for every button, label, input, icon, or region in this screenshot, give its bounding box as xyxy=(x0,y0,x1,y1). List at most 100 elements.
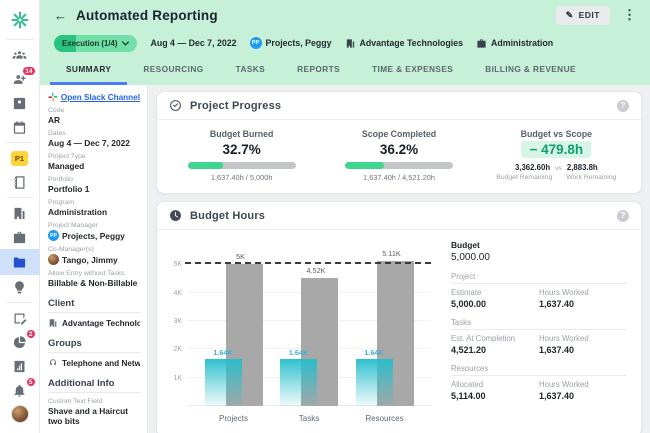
sidebar-item-timesheets[interactable] xyxy=(0,306,40,330)
open-slack-channel-link[interactable]: Open Slack Channel xyxy=(61,93,140,102)
sidebar-item-contacts[interactable]: 14 xyxy=(0,66,40,91)
metric-detail: 1,637.40h / 5,000h xyxy=(210,173,273,182)
back-button[interactable]: ← xyxy=(54,9,67,22)
client-section: Client Advantage Technologies xyxy=(48,298,140,328)
budget-chart: 5K 1.64K Projects 4.52K 1.64K Tasks 5.11K 1.64K… xyxy=(163,236,435,428)
more-menu-button[interactable]: ⋮ xyxy=(619,7,640,23)
sidebar-item-clients[interactable] xyxy=(0,91,40,115)
hours-worked-bar-label: 1.64K xyxy=(364,348,384,358)
manager-avatar: PP xyxy=(249,37,262,49)
stage-dropdown[interactable]: Execution (1/4) xyxy=(54,34,138,52)
notebook-icon xyxy=(14,175,25,189)
user-avatar xyxy=(10,405,29,423)
hours-worked-bar-label: 1.64K xyxy=(288,348,309,358)
field-label: Project Manager xyxy=(48,222,98,229)
rail-divider xyxy=(6,39,33,40)
chart-bar-group: 5K 1.64K Projects xyxy=(204,250,263,423)
metric-value: 36.2% xyxy=(379,142,419,157)
metric-label: Scope Completed xyxy=(361,129,437,139)
tab-billing-revenue[interactable]: BILLING & REVENUE xyxy=(469,56,592,85)
chart-ytick-label: 1K xyxy=(173,374,182,382)
sidebar-item-notifications[interactable]: 5 xyxy=(0,377,40,402)
additional-info-section: Additional Info Custom Text Field Shave … xyxy=(48,378,140,426)
sidebar-item-insights[interactable] xyxy=(0,275,40,299)
help-icon[interactable]: ? xyxy=(617,99,629,112)
sidebar-item-team[interactable] xyxy=(0,43,40,67)
program-chip[interactable]: Administration xyxy=(476,38,553,49)
field-label: Co-Manager(s) xyxy=(48,246,94,253)
project-date-range: Aug 4 — Dec 7, 2022 xyxy=(150,38,237,48)
budget-burned-metric: Budget Burned 32.7% 1,637.40h / 5,000h xyxy=(163,129,320,182)
chart-ytick-label: 4K xyxy=(173,289,182,297)
tab-tasks[interactable]: TASKS xyxy=(220,56,282,85)
client-item[interactable]: Advantage Technologies xyxy=(48,318,140,328)
chart-category-label: Tasks xyxy=(298,414,320,423)
chart-ytick-label: 3K xyxy=(173,317,182,325)
project-info-panel: Open Slack Channel Code AR Dates Aug 4 —… xyxy=(40,85,148,433)
sidebar-item-projects[interactable] xyxy=(0,249,40,275)
field-program: Program Administration xyxy=(48,199,140,217)
field-label: Project Type xyxy=(48,153,86,160)
slack-icon xyxy=(48,92,58,102)
person-card-icon xyxy=(13,97,26,109)
card-title: Project Progress xyxy=(190,99,282,112)
budget-remaining-caption: Budget Remaining xyxy=(496,174,553,181)
hours-worked-bar-label: 1.64K xyxy=(213,348,233,358)
field-allow-entry: Allow Entry without Tasks Billable & Non… xyxy=(48,270,140,288)
tab-reports[interactable]: REPORTS xyxy=(281,56,356,85)
manager-avatar: PP xyxy=(48,230,59,241)
app-logo[interactable] xyxy=(0,4,40,36)
sidebar-item-companies[interactable] xyxy=(0,201,40,225)
program-name: Administration xyxy=(491,38,554,48)
budget-stats-panel: Budget 5,000.00 Project Estimate 5,000.0… xyxy=(435,236,631,428)
sidebar-item-profile[interactable] xyxy=(0,402,40,426)
portfolio-badge: P1 xyxy=(11,150,28,166)
stats-section-project: Project Estimate 5,000.00 Hours Worked 1… xyxy=(451,272,627,309)
project-header: ← Automated Reporting ✎ EDIT ⋮ Execution… xyxy=(40,0,650,85)
stat-label: Hours Worked xyxy=(539,334,589,343)
group-item[interactable]: Telephone and Network... xyxy=(48,358,140,368)
stats-section-title: Resources xyxy=(451,364,627,376)
field-label: Allow Entry without Tasks xyxy=(48,270,125,277)
help-icon[interactable]: ? xyxy=(617,209,629,222)
client-name: Advantage Technologies xyxy=(359,38,464,48)
work-remaining-value: 2,883.8h xyxy=(566,163,598,172)
sidebar-item-reports[interactable]: 2 xyxy=(0,329,40,354)
progress-bar xyxy=(187,162,296,169)
sidebar-item-notebook[interactable] xyxy=(0,170,40,194)
project-tabs: SUMMARY RESOURCING TASKS REPORTS TIME & … xyxy=(40,56,650,85)
budget-label: Budget xyxy=(451,240,480,250)
total-bar-label: 5K xyxy=(236,252,245,262)
field-label: Code xyxy=(48,107,65,114)
metric-label: Budget vs Scope xyxy=(520,129,592,139)
tab-resourcing[interactable]: RESOURCING xyxy=(127,56,219,85)
client-chip[interactable]: Advantage Technologies xyxy=(345,38,463,49)
stat-label: Est. At Completion xyxy=(451,334,516,343)
field-code: Code AR xyxy=(48,107,140,125)
tab-time-expenses[interactable]: TIME & EXPENSES xyxy=(356,56,469,85)
stat-value: 4,521.20 xyxy=(451,345,487,355)
pencil-icon: ✎ xyxy=(565,9,574,20)
budget-chart-plot: 5K 1.64K Projects 4.52K 1.64K Tasks 5.11K 1.64K… xyxy=(185,249,431,423)
sidebar-item-schedule[interactable] xyxy=(0,115,40,139)
field-project-manager: Project Manager PP Projects, Peggy xyxy=(48,222,140,241)
field-value: Managed xyxy=(48,161,85,171)
tab-summary[interactable]: SUMMARY xyxy=(50,56,128,85)
sidebar-item-work[interactable] xyxy=(0,225,40,249)
stats-section-resources: Resources Allocated 5,114.00 Hours Worke… xyxy=(451,364,627,401)
edit-button[interactable]: ✎ EDIT xyxy=(555,5,610,25)
briefcase-icon xyxy=(477,38,486,48)
budget-vs-scope-metric: Budget vs Scope − 479.8h 3,362.60h vs 2,… xyxy=(478,129,635,182)
summary-content: Project Progress ? Budget Burned 32.7% 1… xyxy=(148,85,650,433)
field-label: Dates xyxy=(48,130,66,137)
project-manager-chip[interactable]: PP Projects, Peggy xyxy=(249,37,332,49)
rail-divider xyxy=(6,197,33,198)
sidebar-item-portfolio[interactable]: P1 xyxy=(0,146,40,170)
comparison-value: − 479.8h xyxy=(521,141,592,158)
building-icon xyxy=(346,38,354,48)
total-bar-label: 5.11K xyxy=(382,249,401,259)
field-value: Billable & Non-Billable xyxy=(48,278,138,288)
calendar-icon xyxy=(13,120,26,134)
manager-name: Projects, Peggy xyxy=(265,38,332,48)
sidebar-item-analytics[interactable] xyxy=(0,354,40,378)
